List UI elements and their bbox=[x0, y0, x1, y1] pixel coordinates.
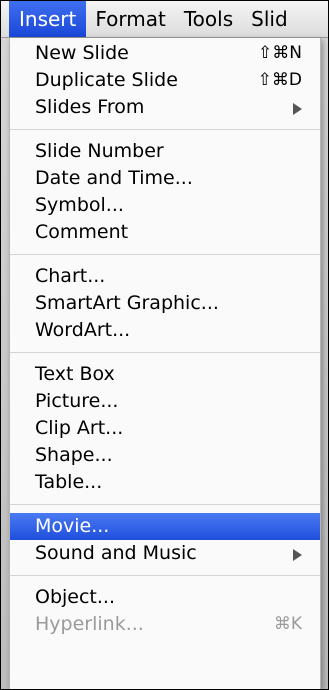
menu-item-label: Text Box bbox=[35, 363, 115, 385]
menu-item-label: Slide Number bbox=[35, 140, 164, 162]
menu-section-text-items: Slide Number Date and Time... Symbol... … bbox=[10, 136, 320, 248]
shortcut-label: ⌘K bbox=[273, 614, 302, 634]
menubar-format[interactable]: Format bbox=[86, 1, 174, 37]
menu-item-slide-number[interactable]: Slide Number bbox=[10, 138, 320, 165]
menu-item-chart[interactable]: Chart... bbox=[10, 263, 320, 290]
menu-item-label: Slides From bbox=[35, 96, 145, 118]
menu-item-label: Date and Time... bbox=[35, 167, 193, 189]
menu-separator bbox=[10, 504, 320, 505]
menu-item-shape[interactable]: Shape... bbox=[10, 442, 320, 469]
menu-item-label: Sound and Music bbox=[35, 542, 197, 564]
menu-item-sound-and-music[interactable]: Sound and Music bbox=[10, 540, 320, 567]
menu-section-media: Movie... Sound and Music bbox=[10, 511, 320, 569]
submenu-arrow-icon bbox=[293, 103, 302, 115]
menu-item-text-box[interactable]: Text Box bbox=[10, 361, 320, 388]
menu-item-new-slide[interactable]: New Slide ⇧⌘N bbox=[10, 40, 320, 67]
menubar-slide-show[interactable]: Slid bbox=[242, 1, 297, 37]
menu-item-label: Clip Art... bbox=[35, 417, 124, 439]
menu-item-picture[interactable]: Picture... bbox=[10, 388, 320, 415]
menu-item-label: Picture... bbox=[35, 390, 119, 412]
menu-item-slides-from[interactable]: Slides From bbox=[10, 94, 320, 121]
menu-separator bbox=[10, 575, 320, 576]
menu-section-slides: New Slide ⇧⌘N Duplicate Slide ⇧⌘D Slides… bbox=[10, 38, 320, 123]
menu-item-smartart-graphic[interactable]: SmartArt Graphic... bbox=[10, 290, 320, 317]
menubar-insert[interactable]: Insert bbox=[9, 1, 87, 37]
menu-item-date-and-time[interactable]: Date and Time... bbox=[10, 165, 320, 192]
menu-item-label: Shape... bbox=[35, 444, 113, 466]
screenshot-frame: Insert Format Tools Slid New Slide ⇧⌘N D… bbox=[0, 0, 329, 690]
menubar-tools[interactable]: Tools bbox=[175, 1, 242, 37]
menu-section-objects: Text Box Picture... Clip Art... Shape...… bbox=[10, 359, 320, 498]
menu-item-object[interactable]: Object... bbox=[10, 584, 320, 611]
shortcut-label: ⇧⌘D bbox=[257, 70, 302, 90]
menu-item-label: Hyperlink... bbox=[35, 613, 144, 635]
menu-separator bbox=[10, 129, 320, 130]
submenu-arrow-icon bbox=[293, 549, 302, 561]
menu-item-duplicate-slide[interactable]: Duplicate Slide ⇧⌘D bbox=[10, 67, 320, 94]
menu-item-label: Duplicate Slide bbox=[35, 69, 178, 91]
menu-item-label: Movie... bbox=[35, 515, 110, 537]
menu-item-label: WordArt... bbox=[35, 319, 131, 341]
insert-menu: New Slide ⇧⌘N Duplicate Slide ⇧⌘D Slides… bbox=[9, 38, 321, 689]
menu-separator bbox=[10, 254, 320, 255]
menu-item-clip-art[interactable]: Clip Art... bbox=[10, 415, 320, 442]
menu-item-label: SmartArt Graphic... bbox=[35, 292, 219, 314]
menu-item-movie[interactable]: Movie... bbox=[10, 513, 320, 540]
menu-item-label: Object... bbox=[35, 586, 115, 608]
menu-item-comment[interactable]: Comment bbox=[10, 219, 320, 246]
menu-item-wordart[interactable]: WordArt... bbox=[10, 317, 320, 344]
menu-item-table[interactable]: Table... bbox=[10, 469, 320, 496]
menu-section-links: Object... Hyperlink... ⌘K bbox=[10, 582, 320, 640]
menu-item-symbol[interactable]: Symbol... bbox=[10, 192, 320, 219]
menu-item-label: Chart... bbox=[35, 265, 106, 287]
menu-item-label: New Slide bbox=[35, 42, 129, 64]
menu-item-label: Comment bbox=[35, 221, 129, 243]
menu-separator bbox=[10, 352, 320, 353]
shortcut-label: ⇧⌘N bbox=[258, 43, 302, 63]
menu-section-graphics: Chart... SmartArt Graphic... WordArt... bbox=[10, 261, 320, 346]
menu-item-label: Table... bbox=[35, 471, 103, 493]
menu-bar: Insert Format Tools Slid bbox=[1, 1, 328, 38]
menu-item-label: Symbol... bbox=[35, 194, 124, 216]
menu-item-hyperlink: Hyperlink... ⌘K bbox=[10, 611, 320, 638]
